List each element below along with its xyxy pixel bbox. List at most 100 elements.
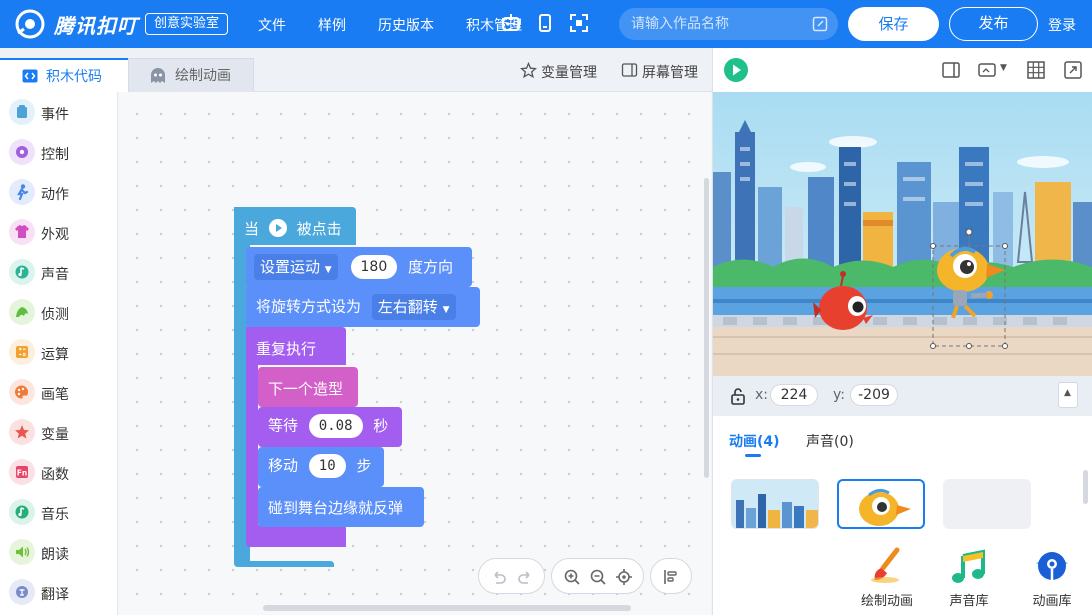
zoom-controls <box>551 558 644 594</box>
edit-icon[interactable] <box>812 16 828 32</box>
hat-prefix: 当 <box>244 220 260 238</box>
category-label: 音乐 <box>41 507 69 523</box>
green-flag-play-icon <box>268 219 287 237</box>
set-motion-direction-block[interactable]: 设置运动 ▼ 180 度方向 <box>254 254 453 280</box>
screen-manager-label: 屏幕管理 <box>642 65 698 81</box>
move-steps-input[interactable]: 10 <box>308 454 346 478</box>
stage-canvas[interactable] <box>713 92 1092 376</box>
undo-icon[interactable] <box>490 568 508 586</box>
move-steps-block[interactable]: 移动 10 步 <box>268 454 371 478</box>
phone-icon[interactable] <box>534 12 556 34</box>
category-label: 声音 <box>41 267 69 283</box>
stage-toolbar: ▼ <box>713 48 1092 92</box>
tab-block-code-label: 积木代码 <box>46 69 102 85</box>
sprite-library-button[interactable]: 动画库 <box>1024 546 1080 609</box>
login-link[interactable]: 登录 <box>1048 15 1076 35</box>
translate-icon <box>9 579 35 605</box>
set-rotation-style-block[interactable]: 将旋转方式设为 左右翻转 ▼ <box>256 294 456 320</box>
menu-history[interactable]: 历史版本 <box>378 15 434 35</box>
variable-manager-label: 变量管理 <box>541 65 597 81</box>
sprite-thumbnail-backdrop[interactable] <box>731 479 819 529</box>
tab-sounds[interactable]: 声音(0) <box>806 431 854 451</box>
redo-icon[interactable] <box>516 568 534 586</box>
variable-manager-button[interactable]: 变量管理 <box>520 62 597 82</box>
next-costume-label: 下一个造型 <box>268 380 344 398</box>
menu-examples[interactable]: 样例 <box>318 15 346 35</box>
city-thumbnail-image <box>732 480 818 528</box>
screen-manager-button[interactable]: 屏幕管理 <box>621 62 698 82</box>
robot-icon[interactable] <box>500 12 522 34</box>
align-blocks-button[interactable] <box>650 558 692 594</box>
sound-library-button[interactable]: 声音库 <box>941 546 997 609</box>
logo-icon <box>15 9 45 39</box>
category-label: 动作 <box>41 187 69 203</box>
unlock-icon[interactable] <box>730 387 746 405</box>
rotation-style-dropdown[interactable]: 左右翻转 ▼ <box>371 294 456 320</box>
workspace-horizontal-scrollbar[interactable] <box>263 605 631 611</box>
tab-draw-animation-label: 绘制动画 <box>175 68 231 84</box>
grid-icon[interactable] <box>1026 60 1046 80</box>
operators-icon <box>9 339 35 365</box>
sprite-list-scrollbar[interactable] <box>1083 470 1088 504</box>
tab-block-code[interactable]: 积木代码 <box>0 58 128 92</box>
run-button[interactable] <box>723 57 749 83</box>
palette-icon <box>9 379 35 405</box>
category-label: 朗读 <box>41 547 69 563</box>
rotation-style-value: 左右翻转 <box>377 298 438 316</box>
set-motion-suffix: 度方向 <box>408 257 454 276</box>
forever-label: 重复执行 <box>256 340 317 358</box>
save-button[interactable]: 保存 <box>848 7 939 41</box>
tab-draw-animation[interactable]: 绘制动画 <box>128 58 254 92</box>
ghost-icon <box>151 68 165 83</box>
workspace-vertical-scrollbar[interactable] <box>704 178 709 478</box>
recenter-icon[interactable] <box>615 568 633 586</box>
svg-text:Fn: Fn <box>17 468 27 477</box>
active-tab-indicator <box>745 454 761 457</box>
chevron-down-icon[interactable]: ▼ <box>1000 63 1007 73</box>
chevron-up-icon: ▲ <box>1064 388 1071 398</box>
x-label: x: <box>755 387 769 403</box>
collapse-panel-button[interactable]: ▲ <box>1058 382 1078 408</box>
asset-tabs: 动画(4) 声音(0) <box>713 416 1092 466</box>
when-clicked-hat-block[interactable]: 当 被点击 <box>244 218 342 239</box>
speaker-icon <box>9 539 35 565</box>
city-backdrop-image <box>713 92 1092 376</box>
category-label: 翻译 <box>41 587 69 603</box>
draw-animation-label: 绘制动画 <box>860 594 913 609</box>
wait-label: 等待 <box>268 416 299 435</box>
sound-icon <box>9 259 35 285</box>
direction-input[interactable]: 180 <box>350 255 398 279</box>
search-input[interactable]: 请输入作品名称 <box>619 8 838 40</box>
menu-file[interactable]: 文件 <box>258 15 286 35</box>
function-icon: Fn <box>9 459 35 485</box>
stage-mode-icon[interactable] <box>977 60 997 80</box>
sprite-thumbnail-empty[interactable] <box>943 479 1031 529</box>
wait-seconds-input[interactable]: 0.08 <box>308 414 363 438</box>
motion-type-value: 设置运动 <box>260 258 321 276</box>
fullscreen-icon[interactable] <box>1063 60 1083 80</box>
category-label: 事件 <box>41 107 69 123</box>
editor-tab-bar: 积木代码 绘制动画 <box>0 48 712 92</box>
block-category-list: 事件 控制 动作 外观 声音 侦测 运算 画笔 变量 Fn 函数 音乐 朗读 翻… <box>0 92 118 615</box>
sprite-thumbnail-bird[interactable] <box>837 479 925 529</box>
y-coordinate-input[interactable]: -209 <box>850 384 898 406</box>
category-label: 画笔 <box>41 387 69 403</box>
small-stage-icon[interactable] <box>941 60 961 80</box>
bird-thumbnail-image <box>859 488 911 526</box>
draw-animation-button[interactable]: 绘制动画 <box>856 546 918 609</box>
zoom-in-icon[interactable] <box>563 568 581 586</box>
wait-block[interactable]: 等待 0.08 秒 <box>268 414 388 438</box>
next-costume-block[interactable]: 下一个造型 <box>268 378 343 399</box>
publish-button[interactable]: 发布 <box>949 7 1038 41</box>
category-label: 外观 <box>41 227 69 243</box>
x-coordinate-input[interactable]: 224 <box>770 384 818 406</box>
move-suffix: 步 <box>356 456 372 475</box>
forever-loop-block[interactable]: 重复执行 <box>256 338 316 359</box>
category-label: 函数 <box>41 467 69 483</box>
motion-type-dropdown[interactable]: 设置运动 ▼ <box>254 254 338 280</box>
bounce-on-edge-block[interactable]: 碰到舞台边缘就反弹 <box>268 497 403 518</box>
scan-icon[interactable] <box>568 12 590 34</box>
zoom-out-icon[interactable] <box>589 568 607 586</box>
tab-sprites[interactable]: 动画(4) <box>729 431 780 451</box>
motion-icon <box>9 179 35 205</box>
